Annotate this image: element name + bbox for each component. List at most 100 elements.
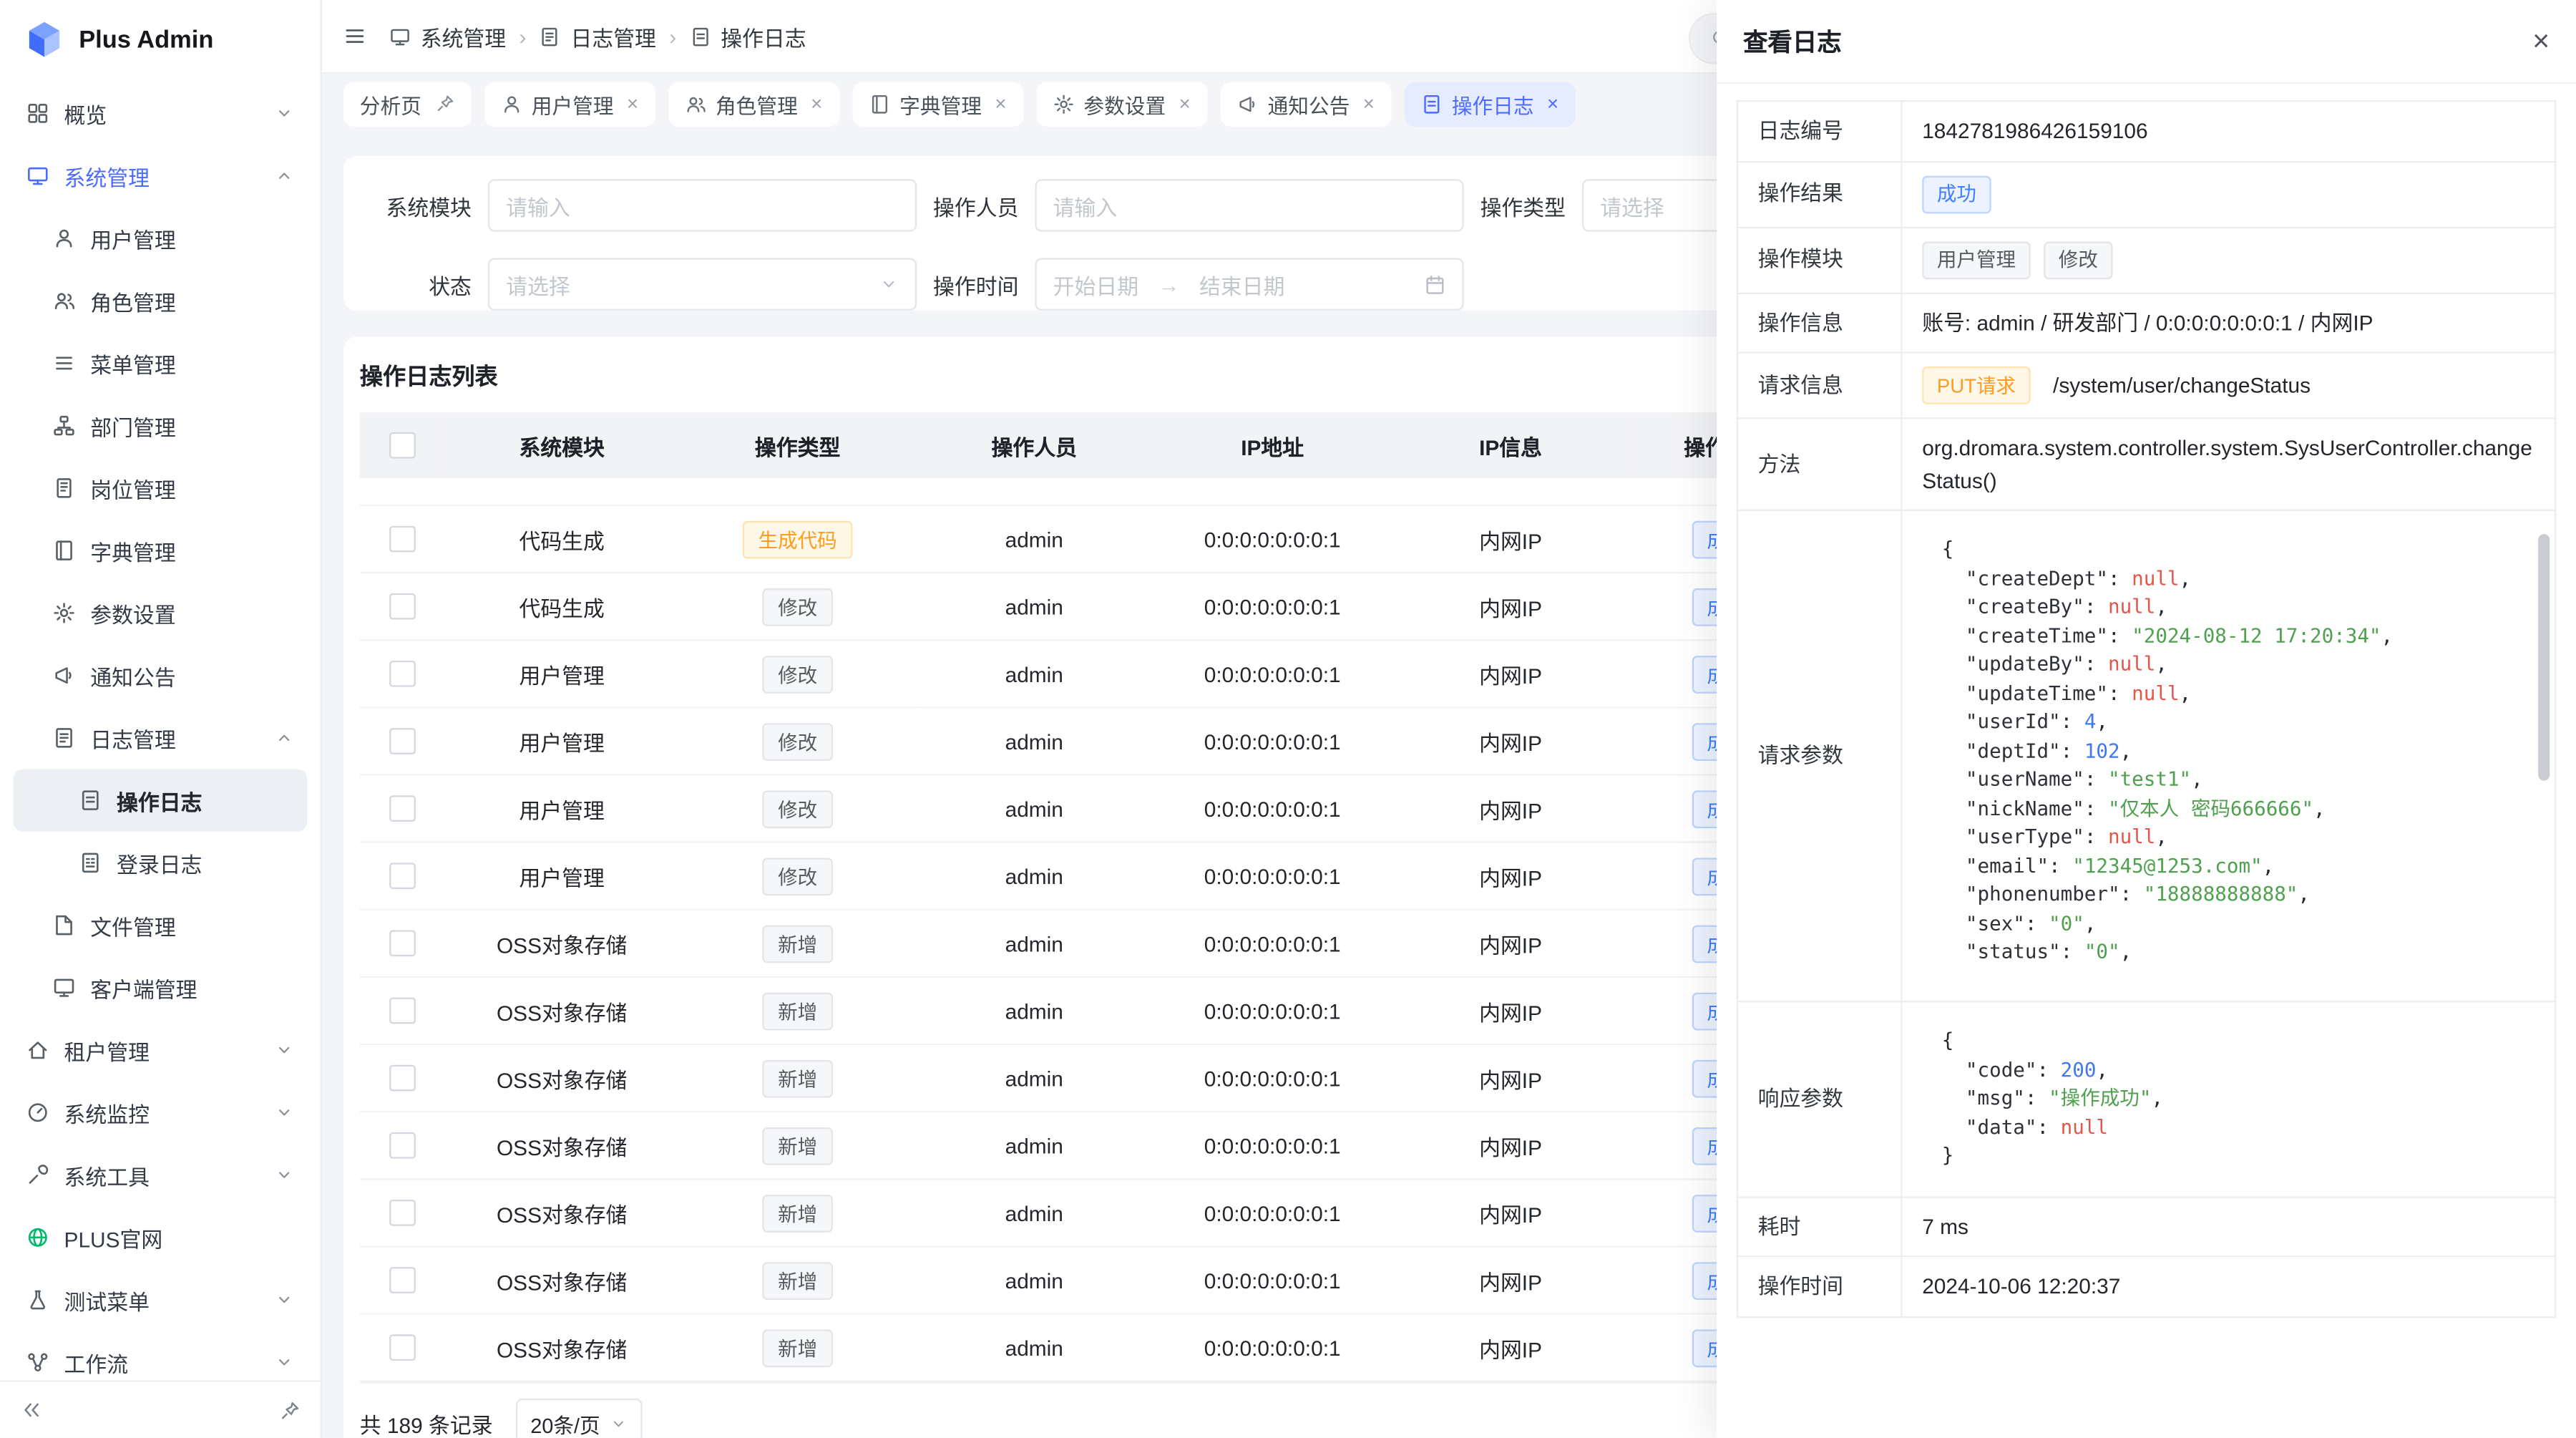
close-tab-icon[interactable]: ×	[1363, 92, 1375, 115]
row-checkbox[interactable]	[389, 1132, 416, 1159]
pin-sidebar-icon[interactable]	[279, 1399, 301, 1421]
daterange-picker[interactable]: 开始日期 → 结束日期	[1035, 258, 1463, 310]
row-checkbox[interactable]	[389, 1065, 416, 1092]
sidebar-item-workflow[interactable]: 工作流	[13, 1331, 307, 1381]
tab-user[interactable]: 用户管理×	[484, 82, 655, 126]
row-checkbox[interactable]	[389, 1334, 416, 1361]
sidebar-item-menu[interactable]: 菜单管理	[13, 332, 307, 394]
table-row[interactable]: OSS对象存储新增admin0:0:0:0:0:0:0:1内网IP成功	[360, 1044, 1825, 1112]
cell-module: OSS对象存储	[445, 1314, 678, 1381]
breadcrumb-item[interactable]: 系统管理	[389, 21, 506, 52]
breadcrumb-item[interactable]: 日志管理	[540, 21, 656, 52]
sidebar-item-test-menu[interactable]: 测试菜单	[13, 1268, 307, 1331]
detail-row-log-id: 日志编号 1842781986426159106	[1737, 101, 2555, 161]
tab-role[interactable]: 角色管理×	[668, 82, 839, 126]
sidebar-item-role[interactable]: 角色管理	[13, 270, 307, 332]
sidebar-item-client[interactable]: 客户端管理	[13, 956, 307, 1019]
tab-label: 操作日志	[1452, 88, 1534, 120]
sidebar-item-dept[interactable]: 部门管理	[13, 394, 307, 457]
scrollbar-thumb[interactable]	[2538, 534, 2550, 780]
sidebar-item-loginlog[interactable]: 登录日志	[13, 832, 307, 894]
sidebar-item-plus-site[interactable]: PLUS官网	[13, 1206, 307, 1268]
row-checkbox[interactable]	[389, 593, 416, 620]
breadcrumb-label: 操作日志	[721, 21, 806, 52]
sidebar-item-config[interactable]: 参数设置	[13, 582, 307, 644]
table-row[interactable]: 用户管理修改admin0:0:0:0:0:0:0:1内网IP成功	[360, 842, 1825, 910]
table-row[interactable]: OSS对象存储新增admin0:0:0:0:0:0:0:1内网IP成功	[360, 1179, 1825, 1246]
app-title: Plus Admin	[79, 26, 213, 54]
sidebar-item-operlog[interactable]: 操作日志	[13, 769, 307, 831]
operator-input[interactable]: 请输入	[1035, 179, 1463, 231]
cell-operator: admin	[917, 1112, 1151, 1179]
cell-module: OSS对象存储	[445, 977, 678, 1044]
table-row[interactable]: OSS对象存储新增admin0:0:0:0:0:0:0:1内网IP成功	[360, 910, 1825, 977]
table-row[interactable]: OSS对象存储新增admin0:0:0:0:0:0:0:1内网IP成功	[360, 1314, 1825, 1381]
tab-config[interactable]: 参数设置 ×	[1036, 82, 1207, 126]
sidebar-item-file[interactable]: 文件管理	[13, 894, 307, 956]
cell-ip-info: 内网IP	[1393, 1179, 1628, 1246]
collapse-sidebar-icon[interactable]	[20, 1399, 43, 1422]
close-tab-icon[interactable]: ×	[811, 92, 822, 115]
drawer-header: 查看日志 ×	[1717, 0, 2576, 84]
table-row[interactable]: 用户管理修改admin0:0:0:0:0:0:0:1内网IP成功	[360, 707, 1825, 774]
row-checkbox[interactable]	[389, 661, 416, 687]
app-logo[interactable]: Plus Admin	[0, 0, 321, 79]
close-tab-icon[interactable]: ×	[1179, 92, 1191, 115]
operation-type-badge: 新增	[763, 992, 831, 1030]
sidebar-item-user[interactable]: 用户管理	[13, 207, 307, 269]
select-all-checkbox[interactable]	[389, 432, 416, 459]
cell-ip: 0:0:0:0:0:0:0:1	[1151, 1112, 1392, 1179]
filter-label: 操作类型	[1464, 190, 1566, 221]
cell-ip-info: 内网IP	[1393, 707, 1628, 774]
page-size-select[interactable]: 20条/页	[516, 1399, 643, 1438]
tab-operlog[interactable]: 操作日志 ×	[1404, 82, 1575, 126]
filter-label: 操作人员	[917, 190, 1018, 221]
close-drawer-button[interactable]: ×	[2532, 26, 2550, 56]
sidebar-footer	[0, 1381, 321, 1438]
cell-operator: admin	[917, 910, 1151, 977]
row-checkbox[interactable]	[389, 930, 416, 956]
row-checkbox[interactable]	[389, 998, 416, 1024]
grid-icon	[26, 102, 49, 125]
close-tab-icon[interactable]: ×	[1547, 92, 1558, 115]
sidebar-item-monitor[interactable]: 系统监控	[13, 1082, 307, 1144]
monitor-icon	[389, 26, 411, 47]
hamburger-menu-icon[interactable]	[343, 24, 366, 47]
table-row[interactable]: 用户管理修改admin0:0:0:0:0:0:0:1内网IP成功	[360, 775, 1825, 842]
tab-label: 参数设置	[1083, 88, 1166, 120]
table-row[interactable]: 代码生成修改admin0:0:0:0:0:0:0:1内网IP成功	[360, 573, 1825, 640]
row-checkbox[interactable]	[389, 863, 416, 889]
table-row[interactable]: 用户管理修改admin0:0:0:0:0:0:0:1内网IP成功	[360, 640, 1825, 707]
sidebar-item-system[interactable]: 系统管理	[13, 145, 307, 207]
sidebar-item-notice[interactable]: 通知公告	[13, 644, 307, 706]
tab-notice[interactable]: 通知公告×	[1220, 82, 1391, 126]
pin-icon[interactable]	[434, 94, 454, 114]
table-row[interactable]: 代码生成生成代码admin0:0:0:0:0:0:0:1内网IP成功	[360, 505, 1825, 573]
table-row[interactable]: OSS对象存储新增admin0:0:0:0:0:0:0:1内网IP成功	[360, 1112, 1825, 1179]
logo-icon	[23, 18, 66, 61]
row-checkbox[interactable]	[389, 728, 416, 754]
row-checkbox[interactable]	[389, 1267, 416, 1293]
sidebar-item-label: 菜单管理	[90, 348, 175, 379]
doc-icon	[690, 26, 711, 47]
sidebar-item-overview[interactable]: 概览	[13, 82, 307, 145]
close-tab-icon[interactable]: ×	[995, 92, 1006, 115]
row-checkbox[interactable]	[389, 795, 416, 822]
table-row[interactable]: OSS对象存储新增admin0:0:0:0:0:0:0:1内网IP成功	[360, 1246, 1825, 1313]
sidebar-item-post[interactable]: 岗位管理	[13, 457, 307, 519]
row-checkbox[interactable]	[389, 1200, 416, 1226]
chevron-down-icon	[274, 1165, 294, 1185]
table-row[interactable]: OSS对象存储新增admin0:0:0:0:0:0:0:1内网IP成功	[360, 977, 1825, 1044]
sidebar-item-dict[interactable]: 字典管理	[13, 520, 307, 582]
tab-analysis[interactable]: 分析页	[343, 82, 471, 126]
cell-module: 代码生成	[445, 505, 678, 573]
sidebar-item-log[interactable]: 日志管理	[13, 706, 307, 769]
sidebar-item-tool[interactable]: 系统工具	[13, 1144, 307, 1206]
row-checkbox[interactable]	[389, 526, 416, 553]
breadcrumb-item[interactable]: 操作日志	[690, 21, 806, 52]
sidebar-item-tenant[interactable]: 租户管理	[13, 1019, 307, 1081]
module-input[interactable]: 请输入	[488, 179, 917, 231]
close-tab-icon[interactable]: ×	[627, 92, 638, 115]
status-select[interactable]: 请选择	[488, 258, 917, 310]
tab-dict[interactable]: 字典管理×	[852, 82, 1023, 126]
